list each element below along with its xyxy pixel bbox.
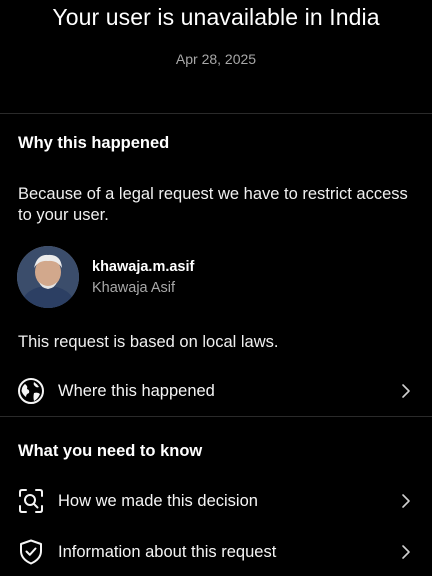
restriction-description: Because of a legal request we have to re… — [18, 185, 408, 224]
notice-date: Apr 28, 2025 — [175, 51, 257, 67]
shield-check-icon — [20, 539, 42, 565]
request-basis-text: This request is based on local laws. — [18, 333, 279, 351]
where-this-happened-row[interactable]: Where this happened — [0, 371, 432, 411]
know-section-heading: What you need to know — [18, 442, 203, 460]
avatar — [17, 246, 79, 308]
why-section-heading: Why this happened — [18, 134, 170, 152]
account-full-name: Khawaja Asif — [92, 280, 176, 296]
where-this-happened-label: Where this happened — [58, 381, 215, 400]
divider — [0, 416, 432, 417]
globe-icon — [18, 378, 44, 404]
page-title: Your user is unavailable in India — [52, 4, 380, 30]
how-we-decided-row[interactable]: How we made this decision — [0, 481, 432, 521]
chevron-right-icon — [402, 494, 410, 508]
request-information-label: Information about this request — [58, 542, 277, 561]
account-username: khawaja.m.asif — [92, 259, 195, 275]
divider — [0, 113, 432, 114]
how-we-decided-label: How we made this decision — [58, 491, 258, 510]
chevron-right-icon — [402, 545, 410, 559]
avatar-image — [17, 246, 79, 308]
request-information-row[interactable]: Information about this request — [0, 532, 432, 572]
chevron-right-icon — [402, 384, 410, 398]
search-magnifier-icon — [19, 489, 43, 513]
